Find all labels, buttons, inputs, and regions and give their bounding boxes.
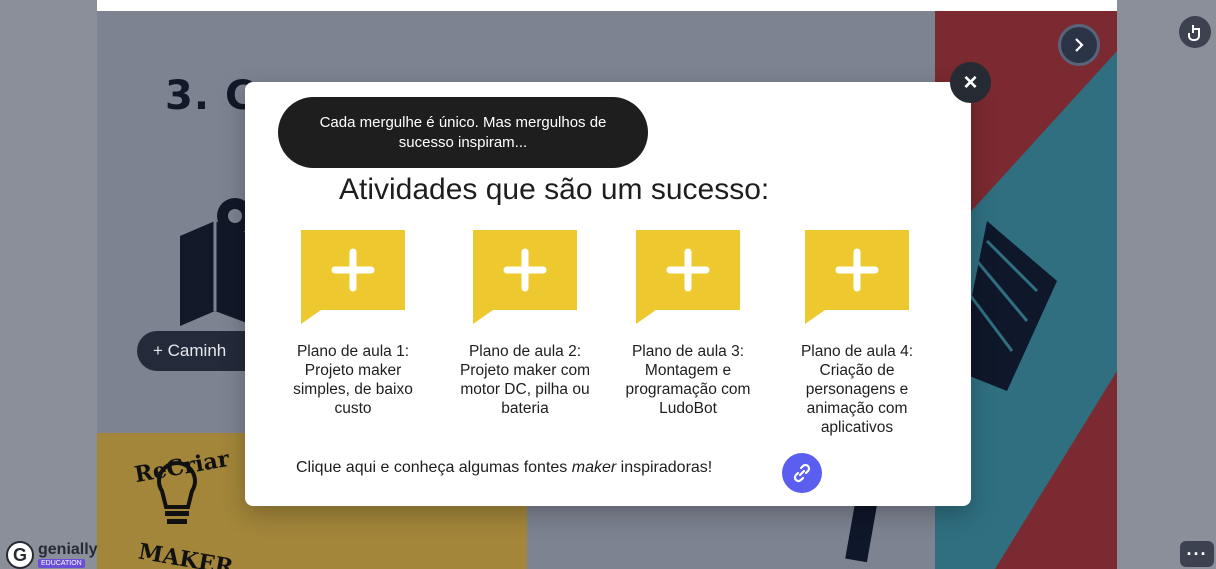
speech-bubble: Cada mergulhe é único. Mas mergulhos de … xyxy=(278,97,648,168)
top-strip xyxy=(0,0,1216,11)
path-button-label: + Caminh xyxy=(153,341,227,360)
slide-title: 3. C xyxy=(165,73,256,119)
plus-icon xyxy=(805,230,909,324)
lesson-plan-card-4[interactable]: Plano de aula 4: Criação de personagens … xyxy=(787,230,927,437)
maker-sources-text: Clique aqui e conheça algumas fontes mak… xyxy=(296,459,712,477)
recriar-maker-logo: ReCriar MAKER xyxy=(133,446,236,569)
lesson-plan-card-1[interactable]: Plano de aula 1: Projeto maker simples, … xyxy=(283,230,423,418)
bubble-text: Cada mergulhe é único. Mas mergulhos de … xyxy=(319,113,607,151)
left-margin xyxy=(0,0,97,569)
lesson-plan-label-2: Plano de aula 2: Projeto maker com motor… xyxy=(459,343,591,417)
maker-sources-link-button[interactable] xyxy=(782,453,822,493)
genially-branding[interactable]: G genially EDUCATION xyxy=(6,541,98,569)
genially-sub: EDUCATION xyxy=(38,559,85,568)
plus-icon xyxy=(473,230,577,324)
lesson-plan-label-1: Plano de aula 1: Projeto maker simples, … xyxy=(293,343,413,417)
footer-text-end: inspiradoras! xyxy=(616,459,713,476)
modal-heading: Atividades que são um sucesso: xyxy=(339,173,770,206)
presentation-viewer: 3. C + Caminh ReCriar MAKER × Cada mergu… xyxy=(0,0,1216,569)
hand-pointer-icon xyxy=(1188,25,1200,41)
close-modal-button[interactable]: × xyxy=(950,62,991,103)
plus-icon xyxy=(301,230,405,324)
lesson-plan-card-2[interactable]: Plano de aula 2: Projeto maker com motor… xyxy=(455,230,595,418)
lesson-plan-label-4: Plano de aula 4: Criação de personagens … xyxy=(800,343,914,436)
plus-icon xyxy=(636,230,740,324)
interact-button[interactable] xyxy=(1179,16,1211,48)
svg-text:MAKER: MAKER xyxy=(136,539,235,569)
next-slide-button[interactable] xyxy=(1058,24,1100,66)
lesson-plan-label-3: Plano de aula 3: Montagem e programação … xyxy=(625,343,751,417)
footer-text-start: Clique aqui e conheça algumas fontes xyxy=(296,459,572,476)
more-dots-icon: ··· xyxy=(1186,543,1208,564)
link-icon xyxy=(793,463,811,483)
chevron-right-icon xyxy=(1075,38,1084,52)
lesson-plan-card-3[interactable]: Plano de aula 3: Montagem e programação … xyxy=(618,230,758,418)
right-margin xyxy=(1117,0,1216,569)
svg-text:ReCriar: ReCriar xyxy=(133,446,232,488)
footer-text-emphasis: maker xyxy=(571,459,617,476)
genially-logo-icon: G xyxy=(6,541,34,569)
genially-name: genially xyxy=(38,541,98,558)
more-options-button[interactable]: ··· xyxy=(1180,541,1214,567)
close-icon: × xyxy=(963,68,978,96)
